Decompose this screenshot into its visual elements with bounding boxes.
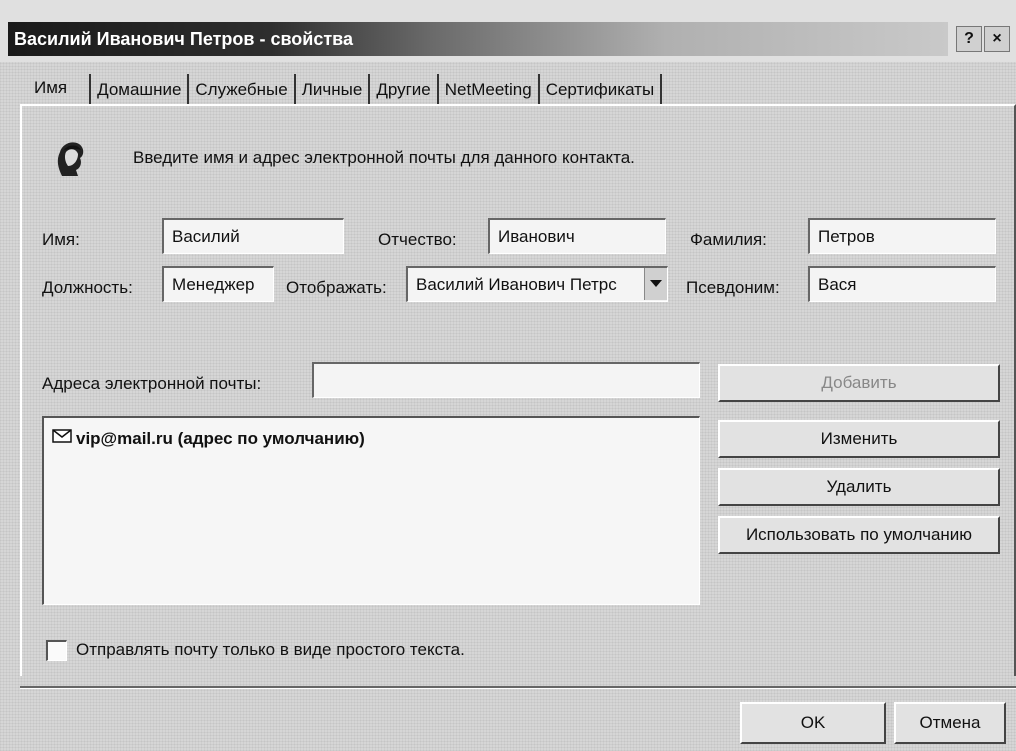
display-label: Отображать: (286, 278, 387, 297)
cancel-button[interactable]: Отмена (894, 702, 1006, 744)
title-buttons: ? × (956, 26, 1010, 54)
close-button[interactable]: × (984, 26, 1010, 52)
last-name-label: Фамилия: (690, 230, 767, 249)
first-name-label: Имя: (42, 230, 80, 249)
display-combo[interactable]: Василий Иванович Петрс (406, 266, 668, 302)
tab-name[interactable]: Имя (20, 68, 89, 106)
nickname-field[interactable]: Вася (808, 266, 996, 302)
remove-button[interactable]: Удалить (718, 468, 1000, 506)
tab-business[interactable]: Служебные (189, 74, 296, 106)
nickname-label: Псевдоним: (686, 278, 780, 297)
title-bar: Василий Иванович Петров - свойства ? × (0, 0, 1016, 62)
job-title-field[interactable]: Менеджер (162, 266, 274, 302)
footer-separator (20, 686, 1016, 689)
tab-other[interactable]: Другие (370, 74, 439, 106)
ok-button[interactable]: OK (740, 702, 886, 744)
job-title-label: Должность: (42, 278, 133, 297)
email-list-item[interactable]: vip@mail.ru (адрес по умолчанию) (52, 428, 365, 449)
email-item-text: vip@mail.ru (адрес по умолчанию) (76, 428, 365, 448)
tab-personal[interactable]: Личные (296, 74, 371, 106)
help-button[interactable]: ? (956, 26, 982, 52)
email-label: Адреса электронной почты: (42, 374, 262, 393)
middle-name-label: Отчество: (378, 230, 457, 249)
last-name-field[interactable]: Петров (808, 218, 996, 254)
intro-text: Введите имя и адрес электронной почты дл… (133, 148, 635, 167)
plain-text-checkbox[interactable] (46, 640, 67, 661)
tab-strip: Имя Домашние Служебные Личные Другие Net… (20, 66, 663, 106)
edit-button[interactable]: Изменить (718, 420, 1000, 458)
middle-name-field[interactable]: Иванович (488, 218, 666, 254)
envelope-icon (52, 428, 72, 449)
email-list[interactable]: vip@mail.ru (адрес по умолчанию) (42, 416, 700, 605)
first-name-field[interactable]: Василий (162, 218, 344, 254)
email-input[interactable] (312, 362, 700, 398)
window-title: Василий Иванович Петров - свойства (14, 29, 354, 49)
dropdown-arrow-icon[interactable] (644, 268, 667, 300)
contact-head-icon (52, 138, 88, 178)
tab-netmeeting[interactable]: NetMeeting (439, 74, 540, 106)
tab-home[interactable]: Домашние (89, 74, 190, 106)
plain-text-label: Отправлять почту только в виде простого … (76, 640, 465, 659)
add-button[interactable]: Добавить (718, 364, 1000, 402)
tab-certificates[interactable]: Сертификаты (540, 74, 663, 106)
display-combo-value: Василий Иванович Петрс (416, 275, 617, 294)
set-default-button[interactable]: Использовать по умолчанию (718, 516, 1000, 554)
